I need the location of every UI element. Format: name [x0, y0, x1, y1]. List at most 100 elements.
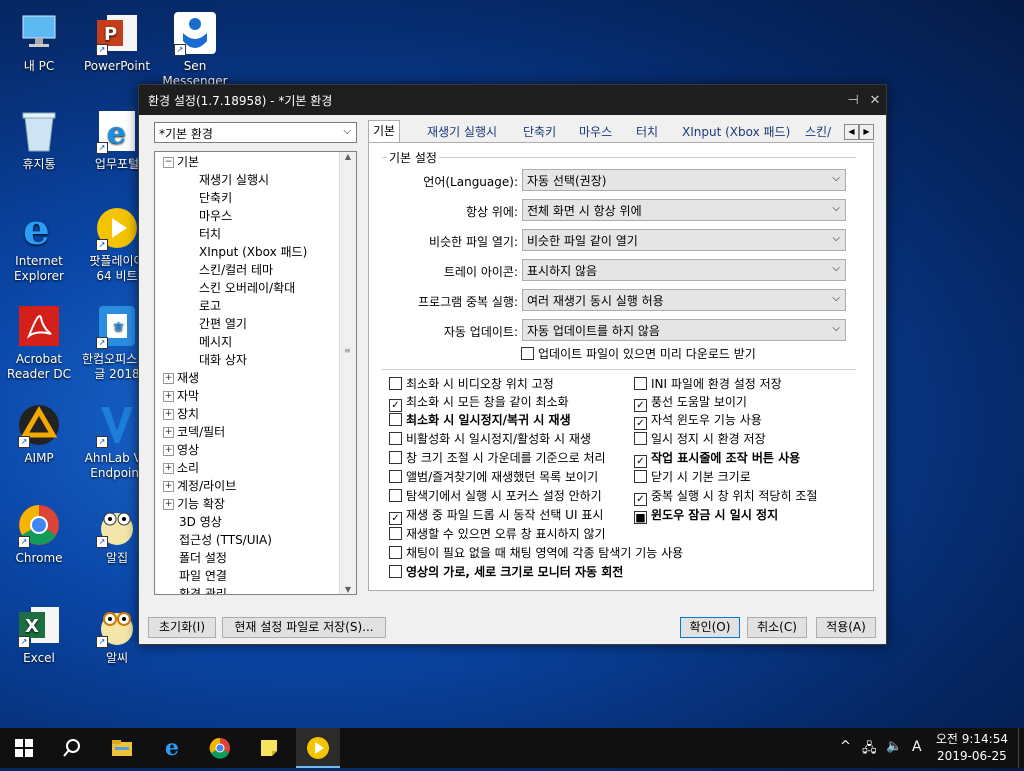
checkbox[interactable]: 창 크기 조절 시 가운데를 기준으로 처리: [389, 449, 606, 467]
tree-item[interactable]: 대화 상자: [199, 351, 247, 369]
desktop-icon-internet-explorer[interactable]: e Internet Explorer: [2, 205, 76, 284]
ok-button[interactable]: 확인(O): [680, 617, 740, 638]
tab-mouse[interactable]: 마우스: [575, 122, 616, 142]
tab-skin[interactable]: 스킨/: [801, 122, 835, 142]
desktop-icon-acrobat[interactable]: Acrobat Reader DC: [2, 303, 76, 382]
checkbox[interactable]: ✓ 작업 표시줄에 조작 버튼 사용: [634, 449, 800, 468]
checkbox[interactable]: 채팅이 필요 없을 때 채팅 영역에 각종 탐색기 기능 사용: [389, 544, 683, 562]
tree-item[interactable]: + 장치: [163, 405, 199, 423]
cancel-button[interactable]: 취소(C): [747, 617, 807, 638]
tab-touch[interactable]: 터치: [632, 122, 662, 142]
tree-item[interactable]: 환경 관리: [179, 585, 227, 594]
tree-item[interactable]: + 영상: [163, 441, 199, 459]
scroll-up-icon[interactable]: ▲: [340, 152, 356, 161]
tree-item[interactable]: 간편 열기: [199, 315, 247, 333]
tree-item[interactable]: 파일 연결: [179, 567, 227, 585]
sticky-notes-icon[interactable]: [257, 736, 281, 760]
checkbox[interactable]: 재생할 수 있으면 오류 창 표시하지 않기: [389, 525, 606, 543]
tree-item[interactable]: 메시지: [199, 333, 232, 351]
file-explorer-icon[interactable]: [110, 736, 134, 760]
reset-button[interactable]: 초기화(I): [148, 617, 216, 638]
expand-icon[interactable]: +: [163, 463, 174, 474]
expand-icon[interactable]: +: [163, 373, 174, 384]
volume-icon[interactable]: 🔈: [886, 739, 902, 754]
checkbox[interactable]: 닫기 시 기본 크기로: [634, 468, 751, 486]
tree-item-basic[interactable]: − 기본: [163, 153, 200, 171]
expand-icon[interactable]: +: [163, 499, 174, 510]
checkbox[interactable]: 앨범/즐겨찾기에 재생했던 목록 보이기: [389, 468, 598, 486]
expand-icon[interactable]: +: [163, 445, 174, 456]
language-select[interactable]: 자동 선택(권장) ⌵: [522, 169, 846, 191]
checkbox[interactable]: 탐색기에서 실행 시 포커스 설정 안하기: [389, 487, 602, 505]
pin-icon[interactable]: ⊣: [842, 93, 864, 108]
close-icon[interactable]: ✕: [864, 93, 886, 108]
tree-item[interactable]: 단축키: [199, 189, 232, 207]
desktop-icon-recycle-bin[interactable]: 휴지통: [2, 108, 76, 172]
checkbox[interactable]: ✓ 중복 실행 시 창 위치 적당히 조절: [634, 487, 817, 506]
tree-item[interactable]: 3D 영상: [179, 513, 222, 531]
checkbox[interactable]: ✓ 재생 중 파일 드롭 시 동작 선택 UI 표시: [389, 506, 603, 525]
scroll-down-icon[interactable]: ▼: [340, 585, 356, 594]
network-icon[interactable]: 🖧: [862, 739, 877, 761]
checkbox[interactable]: ■ 윈도우 잠금 시 일시 정지: [634, 506, 778, 524]
chrome-icon[interactable]: [208, 736, 232, 760]
multi-instance-select[interactable]: 여러 재생기 동시 실행 허용 ⌵: [522, 289, 846, 311]
windows-start-icon[interactable]: [12, 736, 36, 760]
checkbox[interactable]: 최소화 시 일시정지/복귀 시 재생: [389, 411, 571, 429]
tree-item[interactable]: + 코덱/필터: [163, 423, 225, 441]
desktop-icon-aimp[interactable]: ↗ AIMP: [2, 402, 76, 466]
tab-right-icon[interactable]: ▶: [859, 124, 874, 140]
tray-icon-select[interactable]: 표시하지 않음 ⌵: [522, 259, 846, 281]
taskbar-potplayer-button[interactable]: [296, 728, 340, 768]
search-icon[interactable]: [60, 736, 84, 760]
tree-item[interactable]: 터치: [199, 225, 221, 243]
tree-item[interactable]: + 소리: [163, 459, 199, 477]
tree-item[interactable]: 폴더 설정: [179, 549, 227, 567]
checkbox[interactable]: ✓ 최소화 시 모든 창을 같이 최소화: [389, 393, 569, 412]
clock[interactable]: 오전 9:14:54 2019-06-25: [936, 731, 1008, 765]
desktop-icon-excel[interactable]: X ↗ Excel: [2, 602, 76, 666]
checkbox[interactable]: INI 파일에 환경 설정 저장: [634, 375, 782, 393]
tab-launch[interactable]: 재생기 실행시: [423, 122, 501, 142]
internet-explorer-icon[interactable]: e: [160, 736, 184, 760]
tab-xinput[interactable]: XInput (Xbox 패드): [678, 122, 794, 142]
tab-shortcuts[interactable]: 단축키: [519, 122, 560, 142]
desktop-icon-chrome[interactable]: ↗ Chrome: [2, 502, 76, 566]
tab-left-icon[interactable]: ◀: [844, 124, 859, 140]
tree-item[interactable]: 스킨 오버레이/확대: [199, 279, 295, 297]
tree-item[interactable]: 재생기 실행시: [199, 171, 269, 189]
checkbox[interactable]: 비활성화 시 일시정지/활성화 시 재생: [389, 430, 591, 448]
similar-files-select[interactable]: 비슷한 파일 같이 열기 ⌵: [522, 229, 846, 251]
tree-item[interactable]: + 계정/라이브: [163, 477, 236, 495]
tree-item[interactable]: + 자막: [163, 387, 199, 405]
ime-indicator[interactable]: A: [912, 739, 922, 755]
checkbox[interactable]: 일시 정지 시 환경 저장: [634, 430, 766, 448]
desktop-icon-my-pc[interactable]: 내 PC: [2, 10, 76, 74]
predownload-checkbox[interactable]: 업데이트 파일이 있으면 미리 다운로드 받기: [521, 345, 756, 363]
checkbox[interactable]: ✓ 자석 윈도우 기능 사용: [634, 411, 762, 430]
always-on-top-select[interactable]: 전체 화면 시 항상 위에 ⌵: [522, 199, 846, 221]
desktop-icon-powerpoint[interactable]: P ↗ PowerPoint: [80, 10, 154, 74]
tree-item[interactable]: + 기능 확장: [163, 495, 225, 513]
tree-item[interactable]: 스킨/컬러 테마: [199, 261, 273, 279]
auto-update-select[interactable]: 자동 업데이트를 하지 않음 ⌵: [522, 319, 846, 341]
checkbox[interactable]: ✓ 풍선 도움말 보이기: [634, 393, 747, 412]
show-desktop-button[interactable]: [1018, 728, 1024, 768]
dialog-titlebar[interactable]: 환경 설정(1.7.18958) - *기본 환경 ⊣ ✕: [139, 85, 886, 115]
checkbox[interactable]: 최소화 시 비디오창 위치 고정: [389, 375, 554, 393]
apply-button[interactable]: 적용(A): [816, 617, 876, 638]
desktop-icon-sen-messenger[interactable]: ↗ Sen Messenger: [158, 10, 232, 89]
expand-icon[interactable]: +: [163, 409, 174, 420]
checkbox[interactable]: 영상의 가로, 세로 크기로 모니터 자동 회전: [389, 563, 623, 581]
preset-select[interactable]: *기본 환경 ⌵: [154, 122, 357, 143]
tree-item[interactable]: + 재생: [163, 369, 199, 387]
expand-icon[interactable]: +: [163, 427, 174, 438]
expand-icon[interactable]: +: [163, 391, 174, 402]
tree-item[interactable]: 접근성 (TTS/UIA): [179, 531, 272, 549]
collapse-icon[interactable]: −: [163, 157, 174, 168]
tree-item[interactable]: 로고: [199, 297, 221, 315]
tab-basic[interactable]: 기본: [368, 120, 401, 144]
tree-item[interactable]: XInput (Xbox 패드): [199, 243, 307, 261]
save-as-button[interactable]: 현재 설정 파일로 저장(S)...: [222, 617, 386, 638]
expand-icon[interactable]: +: [163, 481, 174, 492]
